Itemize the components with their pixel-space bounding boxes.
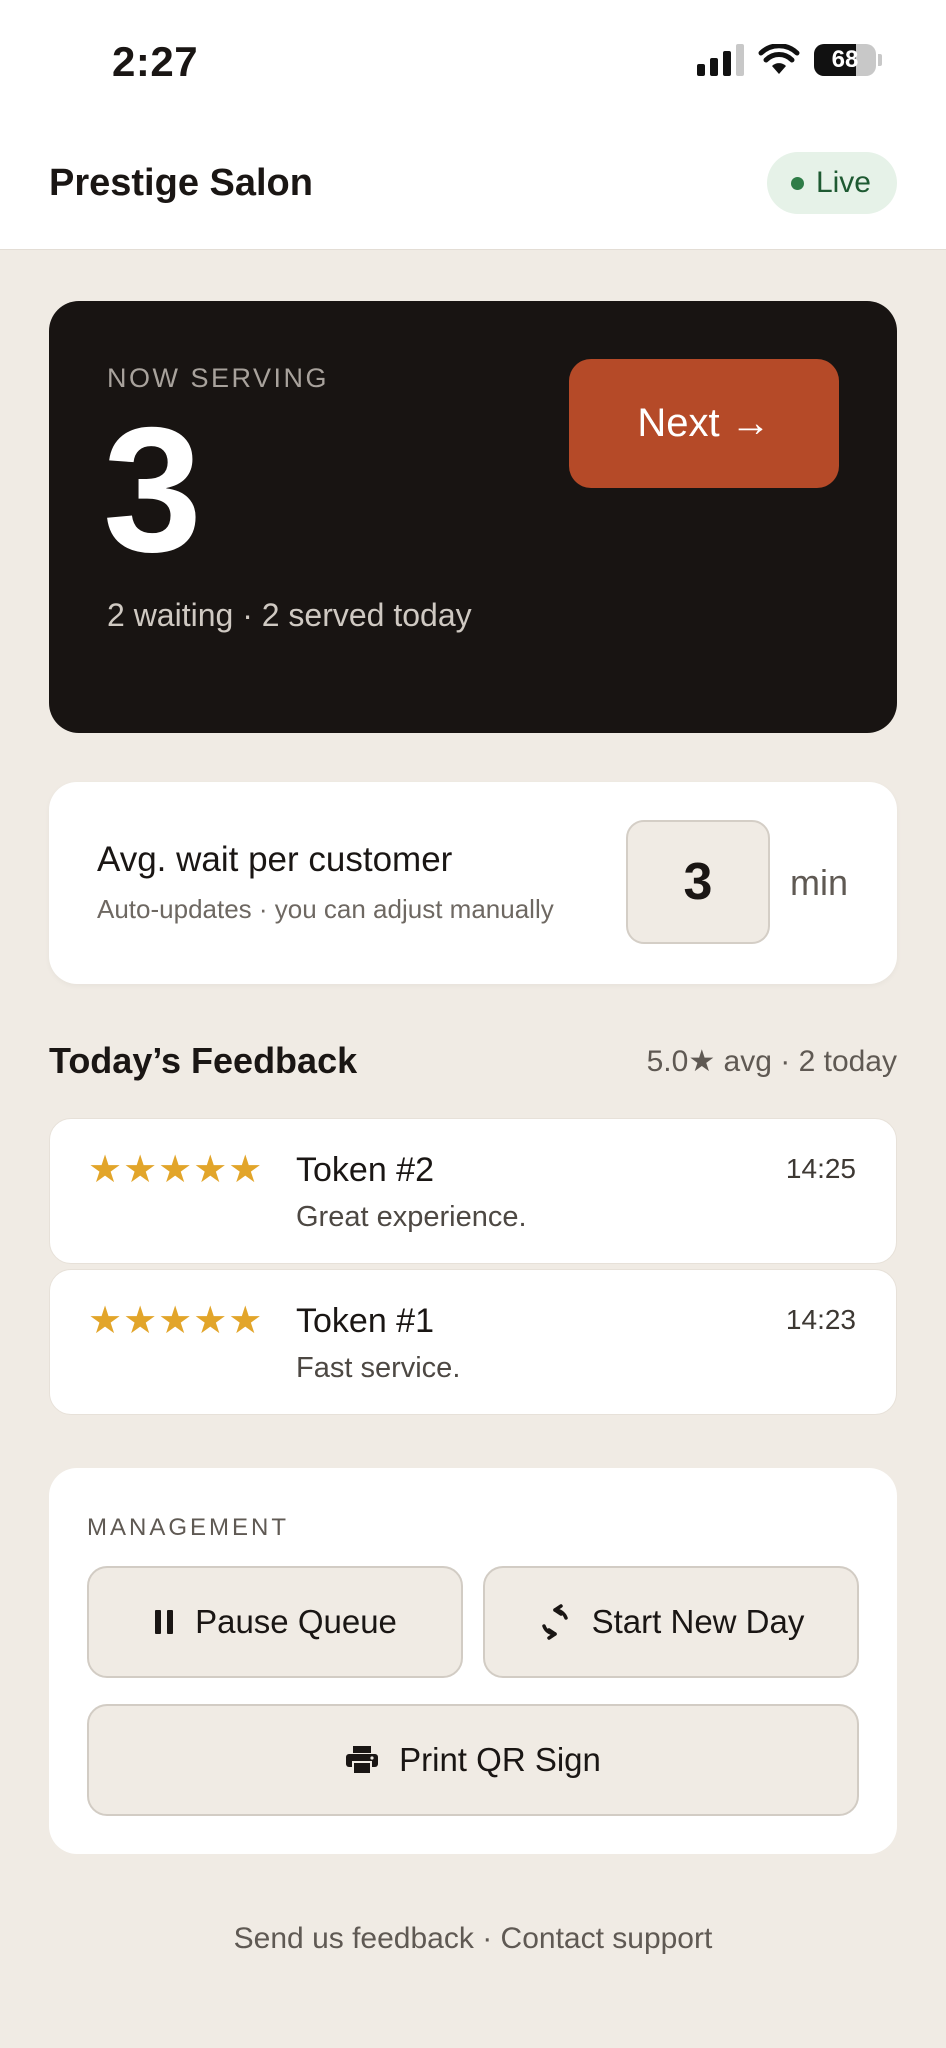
- battery-level: 68: [831, 46, 859, 73]
- start-new-day-button[interactable]: Start New Day: [483, 1566, 859, 1678]
- queue-summary: 2 waiting · 2 served today: [107, 597, 472, 633]
- feedback-item: ★★★★★ Token #2 Great experience. 14:25: [49, 1118, 897, 1264]
- avg-wait-input[interactable]: [626, 820, 770, 944]
- live-badge-label: Live: [815, 166, 871, 199]
- feedback-time: 14:25: [785, 1153, 856, 1184]
- refresh-icon: [538, 1604, 572, 1640]
- pause-queue-button[interactable]: Pause Queue: [87, 1566, 463, 1678]
- app-header: Prestige Salon Live: [0, 126, 946, 250]
- feedback-section-title: Today’s Feedback: [49, 1040, 358, 1081]
- live-status-badge: Live: [766, 152, 897, 214]
- avg-wait-card: Avg. wait per customer Auto-updates · yo…: [49, 782, 897, 984]
- live-dot-icon: [790, 176, 804, 190]
- print-qr-sign-label: Print QR Sign: [399, 1741, 601, 1778]
- status-bar: 2:27 68: [0, 0, 946, 126]
- status-time: 2:27: [112, 38, 199, 85]
- pause-icon: [153, 1609, 175, 1635]
- next-button[interactable]: Next →: [569, 359, 839, 488]
- feedback-item: ★★★★★ Token #1 Fast service. 14:23: [49, 1269, 897, 1415]
- footer: Send us feedback · Contact support: [0, 1922, 946, 1956]
- management-card: MANAGEMENT Pause Queue Start New Day Pri…: [49, 1468, 897, 1854]
- battery-nub: [878, 54, 882, 66]
- page-title: Prestige Salon: [49, 162, 313, 204]
- avg-wait-subtitle: Auto-updates · you can adjust manually: [97, 894, 554, 924]
- now-serving-card: NOW SERVING 3 2 waiting · 2 served today…: [49, 301, 897, 733]
- feedback-comment: Fast service.: [296, 1352, 461, 1384]
- send-feedback-link[interactable]: Send us feedback: [234, 1922, 474, 1955]
- wifi-icon: [758, 44, 800, 76]
- feedback-comment: Great experience.: [296, 1201, 527, 1233]
- pause-queue-label: Pause Queue: [195, 1603, 397, 1640]
- star-rating-icon: ★★★★★: [88, 1300, 264, 1342]
- battery-icon: 68: [814, 44, 876, 76]
- feedback-time: 14:23: [785, 1304, 856, 1335]
- avg-wait-title: Avg. wait per customer: [97, 840, 453, 879]
- management-label: MANAGEMENT: [87, 1514, 290, 1541]
- feedback-token: Token #1: [296, 1302, 434, 1340]
- avg-wait-unit: min: [790, 862, 849, 903]
- status-icons: 68: [697, 44, 882, 76]
- feedback-summary: 5.0★ avg · 2 today: [646, 1045, 897, 1078]
- contact-support-link[interactable]: Contact support: [501, 1922, 713, 1955]
- feedback-token: Token #2: [296, 1151, 434, 1189]
- star-rating-icon: ★★★★★: [88, 1149, 264, 1191]
- now-serving-number: 3: [103, 390, 202, 589]
- cellular-signal-icon: [697, 44, 744, 76]
- start-new-day-label: Start New Day: [591, 1603, 805, 1640]
- printer-icon: [345, 1745, 379, 1775]
- footer-separator: ·: [473, 1922, 501, 1955]
- print-qr-sign-button[interactable]: Print QR Sign: [87, 1704, 859, 1816]
